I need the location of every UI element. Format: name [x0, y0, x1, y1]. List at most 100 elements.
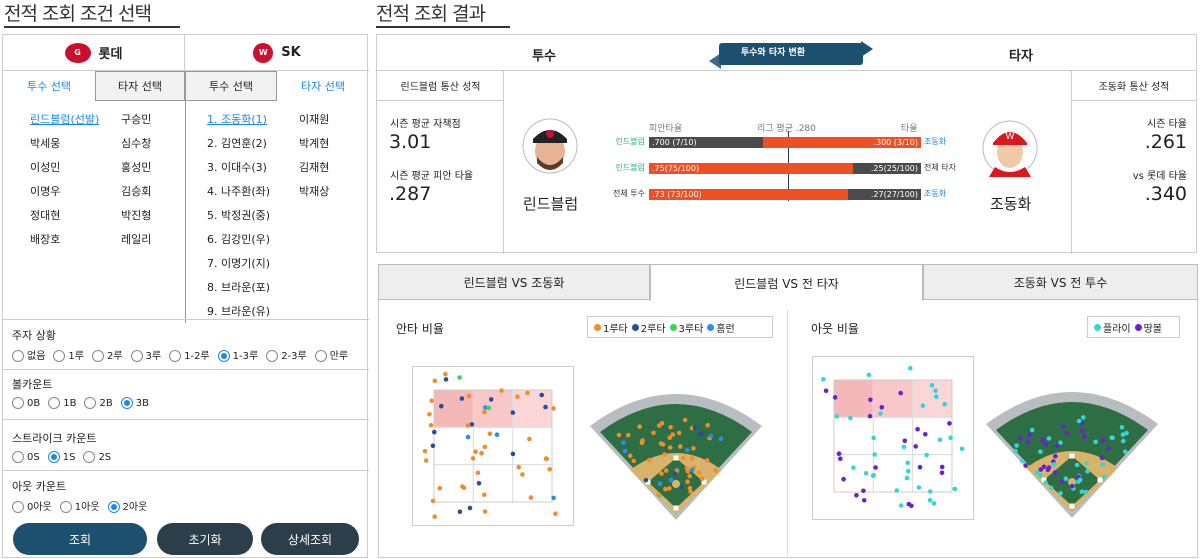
radio-option[interactable]: 0B [12, 397, 40, 409]
hit-dot [662, 452, 667, 457]
list-item[interactable]: 2. 김연훈(2) [207, 132, 287, 156]
radio-option[interactable]: 1-2루 [169, 347, 210, 362]
list-item[interactable]: 6. 김강민(우) [207, 228, 287, 252]
bar-left-label: 린드블럼 [615, 137, 645, 146]
list-item[interactable]: 8. 브라운(포) [207, 276, 287, 300]
radio-button[interactable] [59, 501, 72, 513]
divider [787, 310, 788, 556]
radio-button[interactable] [12, 501, 24, 513]
list-item[interactable]: 이성민 [30, 156, 110, 180]
list-item[interactable]: 1. 조동화(1) [207, 108, 287, 132]
radio-option[interactable]: 2루 [91, 347, 123, 362]
radio-option[interactable]: 0S [12, 451, 40, 463]
radio-button[interactable] [266, 350, 279, 362]
list-item[interactable]: 심수창 [121, 132, 181, 156]
pitch-dot [422, 449, 428, 454]
list-item[interactable]: 린드블럼(선발) [30, 108, 110, 132]
triple-dot-icon [669, 323, 677, 331]
list-item[interactable]: 이재원 [299, 108, 359, 132]
list-item[interactable]: 김승회 [121, 180, 181, 204]
radio-button[interactable] [83, 451, 96, 463]
pitch-dot [898, 503, 904, 508]
radio-option[interactable]: 없음 [12, 347, 45, 362]
radio-button[interactable] [12, 350, 24, 362]
tab-team2-pitcher[interactable]: 투수 선택 [185, 71, 277, 101]
hit-dot [656, 492, 661, 497]
radio-button[interactable] [107, 501, 120, 513]
radio-option[interactable]: 2아웃 [107, 498, 147, 513]
team2-header[interactable]: W SK [185, 35, 369, 71]
pitcher-name: 린드블럼 [523, 195, 579, 213]
hit-dot [692, 425, 698, 430]
radio-option[interactable]: 3B [120, 397, 149, 409]
ground-dot-icon [1134, 323, 1142, 331]
hit-dot [657, 481, 663, 486]
tab-team1-pitcher[interactable]: 투수 선택 [3, 71, 95, 101]
tab-vs-batter[interactable]: 린드블럼 VS 조동화 [378, 264, 650, 300]
radio-button[interactable] [91, 350, 104, 362]
radio-option[interactable]: 2B [84, 397, 113, 409]
list-item[interactable]: 7. 이명기(지) [207, 252, 287, 276]
switch-button[interactable]: 투수와 타자 변환 [719, 45, 827, 58]
search-button[interactable]: 조회 [13, 523, 147, 555]
radio-option[interactable]: 만루 [314, 347, 348, 362]
tab-vs-all-pitchers[interactable]: 조동화 VS 전 투수 [923, 264, 1198, 300]
pitch-dot [429, 398, 434, 404]
out-field-diagram [986, 392, 1158, 518]
radio-button[interactable] [169, 350, 182, 362]
radio-label: 0아웃 [27, 502, 52, 513]
list-item[interactable]: 배장호 [30, 228, 110, 252]
radio-button[interactable] [314, 350, 327, 362]
list-item[interactable]: 레일리 [121, 228, 181, 252]
list-item[interactable]: 박계현 [299, 132, 359, 156]
double-dot-icon [631, 323, 639, 331]
list-item[interactable]: 이명우 [30, 180, 110, 204]
list-item[interactable]: 박진형 [121, 204, 181, 228]
tab-team1-batter[interactable]: 타자 선택 [95, 71, 185, 101]
hit-dot [1053, 454, 1058, 459]
radio-option[interactable]: 3루 [130, 347, 161, 362]
list-item[interactable]: 김재현 [299, 156, 359, 180]
radio-button[interactable] [217, 350, 230, 362]
radio-option[interactable]: 2S [83, 451, 111, 463]
list-item[interactable]: 박재상 [299, 180, 359, 204]
radio-option[interactable]: 1-3루 [217, 347, 258, 362]
list-item[interactable]: 정대현 [30, 204, 110, 228]
hit-dot [685, 479, 690, 484]
list-item[interactable]: 구승민 [121, 108, 181, 132]
hit-dot [1076, 418, 1082, 424]
radio-button[interactable] [84, 397, 97, 409]
hit-dot [639, 440, 645, 446]
tab-team2-batter[interactable]: 타자 선택 [277, 71, 369, 101]
radio-button[interactable] [48, 397, 61, 409]
pitch-dot [527, 436, 532, 442]
radio-option[interactable]: 1루 [53, 347, 84, 362]
detail-search-button[interactable]: 상세조회 [261, 523, 359, 555]
hit-dot [1121, 438, 1126, 444]
list-item[interactable]: 9. 브라운(유) [207, 300, 287, 324]
radio-option[interactable]: 1S [47, 451, 75, 463]
radio-button[interactable] [47, 451, 60, 463]
radio-button[interactable] [120, 397, 133, 409]
list-item[interactable]: 박세웅 [30, 132, 110, 156]
team1-header[interactable]: G 롯데 [3, 35, 185, 71]
radio-option[interactable]: 0아웃 [12, 498, 52, 513]
pitch-dot [861, 488, 866, 494]
radio-button[interactable] [53, 350, 66, 362]
pitch-dot [539, 392, 544, 398]
list-item[interactable]: 4. 나주환(좌) [207, 180, 287, 204]
list-item[interactable]: 홍성민 [121, 156, 181, 180]
radio-option[interactable]: 1B [48, 397, 76, 409]
pitch-dot [872, 452, 877, 457]
radio-button[interactable] [12, 451, 24, 463]
tab-vs-all-batters[interactable]: 린드블럼 VS 전 타자 [650, 264, 923, 301]
pitch-dot [928, 489, 933, 494]
hit-dot [622, 448, 628, 454]
radio-option[interactable]: 2-3루 [266, 347, 307, 362]
radio-button[interactable] [12, 397, 24, 409]
radio-option[interactable]: 1아웃 [59, 498, 100, 513]
list-item[interactable]: 3. 이대수(3) [207, 156, 287, 180]
list-item[interactable]: 5. 박정권(중) [207, 204, 287, 228]
radio-button[interactable] [130, 350, 143, 362]
reset-button[interactable]: 초기화 [157, 523, 253, 555]
